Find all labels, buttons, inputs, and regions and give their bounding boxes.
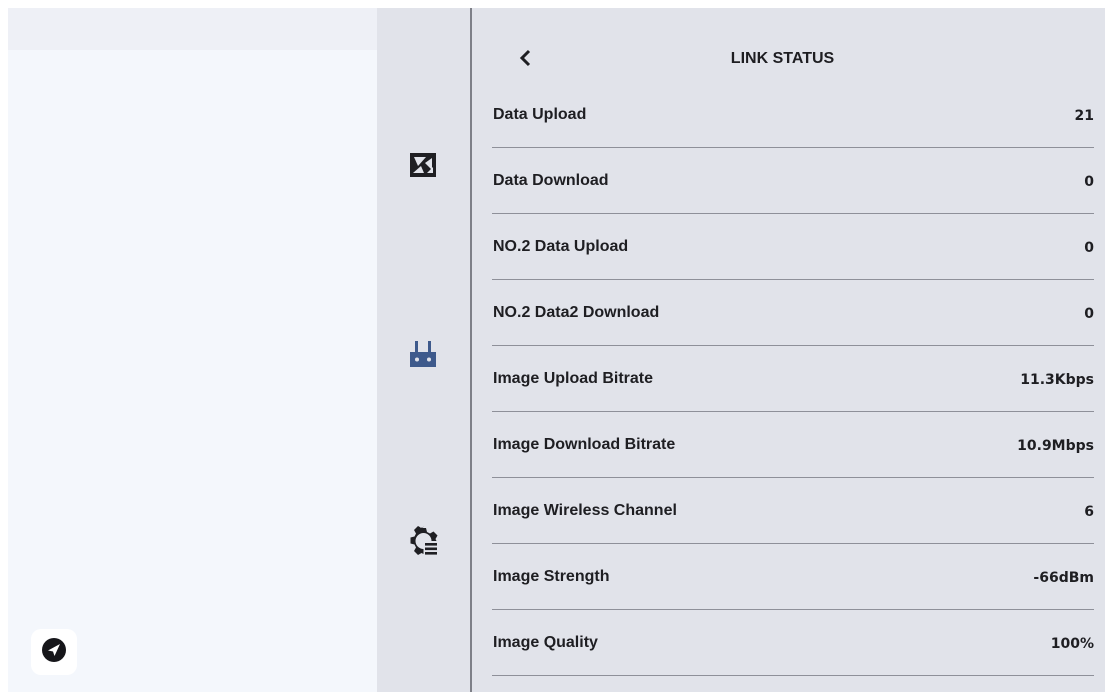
row-label: Image Wireless Channel (493, 502, 677, 519)
status-row-image-wireless-channel: Image Wireless Channel 6 (492, 478, 1094, 544)
row-label: Data Download (493, 172, 609, 189)
row-value: 11.3Kbps (1020, 372, 1094, 388)
gear-list-settings-icon (407, 525, 439, 562)
row-label: Image Download Bitrate (493, 436, 676, 453)
row-value: 100% (1050, 636, 1094, 652)
row-value: 0 (1084, 174, 1094, 190)
status-row-data-download: Data Download 0 (492, 148, 1094, 214)
row-value: 21 (1074, 108, 1094, 124)
status-row-image-upload-bitrate: Image Upload Bitrate 11.3Kbps (492, 346, 1094, 412)
row-label: Image Strength (493, 568, 610, 585)
row-label: NO.2 Data Upload (493, 238, 629, 255)
page-title: LINK STATUS (730, 50, 835, 67)
row-label: Data Upload (493, 106, 587, 123)
status-row-no2-data2-download: NO.2 Data2 Download 0 (492, 280, 1094, 346)
row-label: Image Upload Bitrate (493, 370, 654, 387)
status-list: Data Upload 21 Data Download 0 NO.2 Data… (492, 82, 1094, 676)
navigate-button[interactable] (31, 629, 77, 675)
status-row-image-download-bitrate: Image Download Bitrate 10.9Mbps (492, 412, 1094, 478)
status-row-image-quality: Image Quality 100% (492, 610, 1094, 676)
row-label: NO.2 Data2 Download (493, 304, 660, 321)
link-status-panel: LINK STATUS Data Upload 21 Data Download… (472, 8, 1105, 692)
row-value: 0 (1084, 240, 1094, 256)
rail-item-general-settings[interactable] (405, 525, 441, 561)
status-row-no2-data-upload: NO.2 Data Upload 0 (492, 214, 1094, 280)
status-row-image-strength: Image Strength -66dBm (492, 544, 1094, 610)
status-row-data-upload: Data Upload 21 (492, 82, 1094, 148)
row-value: 6 (1084, 504, 1094, 520)
rail-item-camera[interactable] (405, 149, 441, 185)
panel-header: LINK STATUS (472, 40, 1105, 80)
row-value: 10.9Mbps (1017, 438, 1094, 454)
camera-aperture-icon (407, 149, 439, 186)
row-value: -66dBm (1033, 570, 1094, 586)
map-preview-area[interactable] (8, 8, 377, 692)
top-strip (8, 8, 377, 50)
remote-controller-icon (407, 338, 439, 375)
row-label: Image Quality (493, 634, 598, 651)
row-value: 0 (1084, 306, 1094, 322)
rail-item-remote-controller[interactable] (405, 338, 441, 374)
navigation-arrow-icon (39, 635, 69, 670)
